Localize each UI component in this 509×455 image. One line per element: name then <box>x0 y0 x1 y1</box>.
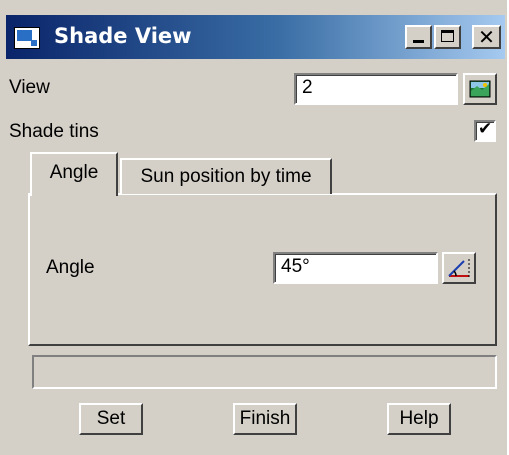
view-input[interactable]: 2 <box>294 73 458 105</box>
tab-sun-position-label: Sun position by time <box>140 166 312 187</box>
help-button[interactable]: Help <box>387 403 451 435</box>
angle-input[interactable]: 45° <box>273 252 438 284</box>
app-icon <box>14 27 40 49</box>
maximize-button[interactable] <box>434 25 461 49</box>
view-label: View <box>9 77 50 98</box>
shade-tins-label: Shade tins <box>9 121 99 142</box>
minimize-button[interactable] <box>405 25 432 49</box>
close-button[interactable]: ✕ <box>472 25 501 49</box>
angle-picker-button[interactable] <box>442 252 476 284</box>
status-bar <box>32 355 497 389</box>
view-picker-button[interactable] <box>463 73 497 105</box>
window-title: Shade View <box>54 24 192 48</box>
tab-angle-label: Angle <box>49 162 99 183</box>
angle-picker-icon <box>448 259 470 278</box>
checkmark-icon: ✔ <box>478 119 493 139</box>
shade-tins-checkbox[interactable]: ✔ <box>474 119 496 142</box>
angle-label: Angle <box>46 257 95 278</box>
close-icon: ✕ <box>478 25 495 49</box>
view-picker-icon <box>469 80 491 98</box>
maximize-icon <box>441 30 454 42</box>
minimize-icon <box>413 40 424 43</box>
active-tab-joiner <box>32 192 116 196</box>
shade-view-window: Shade View ✕ View 2 Shade tins ✔ Angle S… <box>0 0 507 455</box>
tab-angle[interactable]: Angle <box>30 152 118 196</box>
title-bar[interactable]: Shade View ✕ <box>6 15 505 59</box>
tab-sun-position-by-time[interactable]: Sun position by time <box>120 158 332 194</box>
finish-button[interactable]: Finish <box>233 403 297 435</box>
set-button[interactable]: Set <box>79 403 143 435</box>
